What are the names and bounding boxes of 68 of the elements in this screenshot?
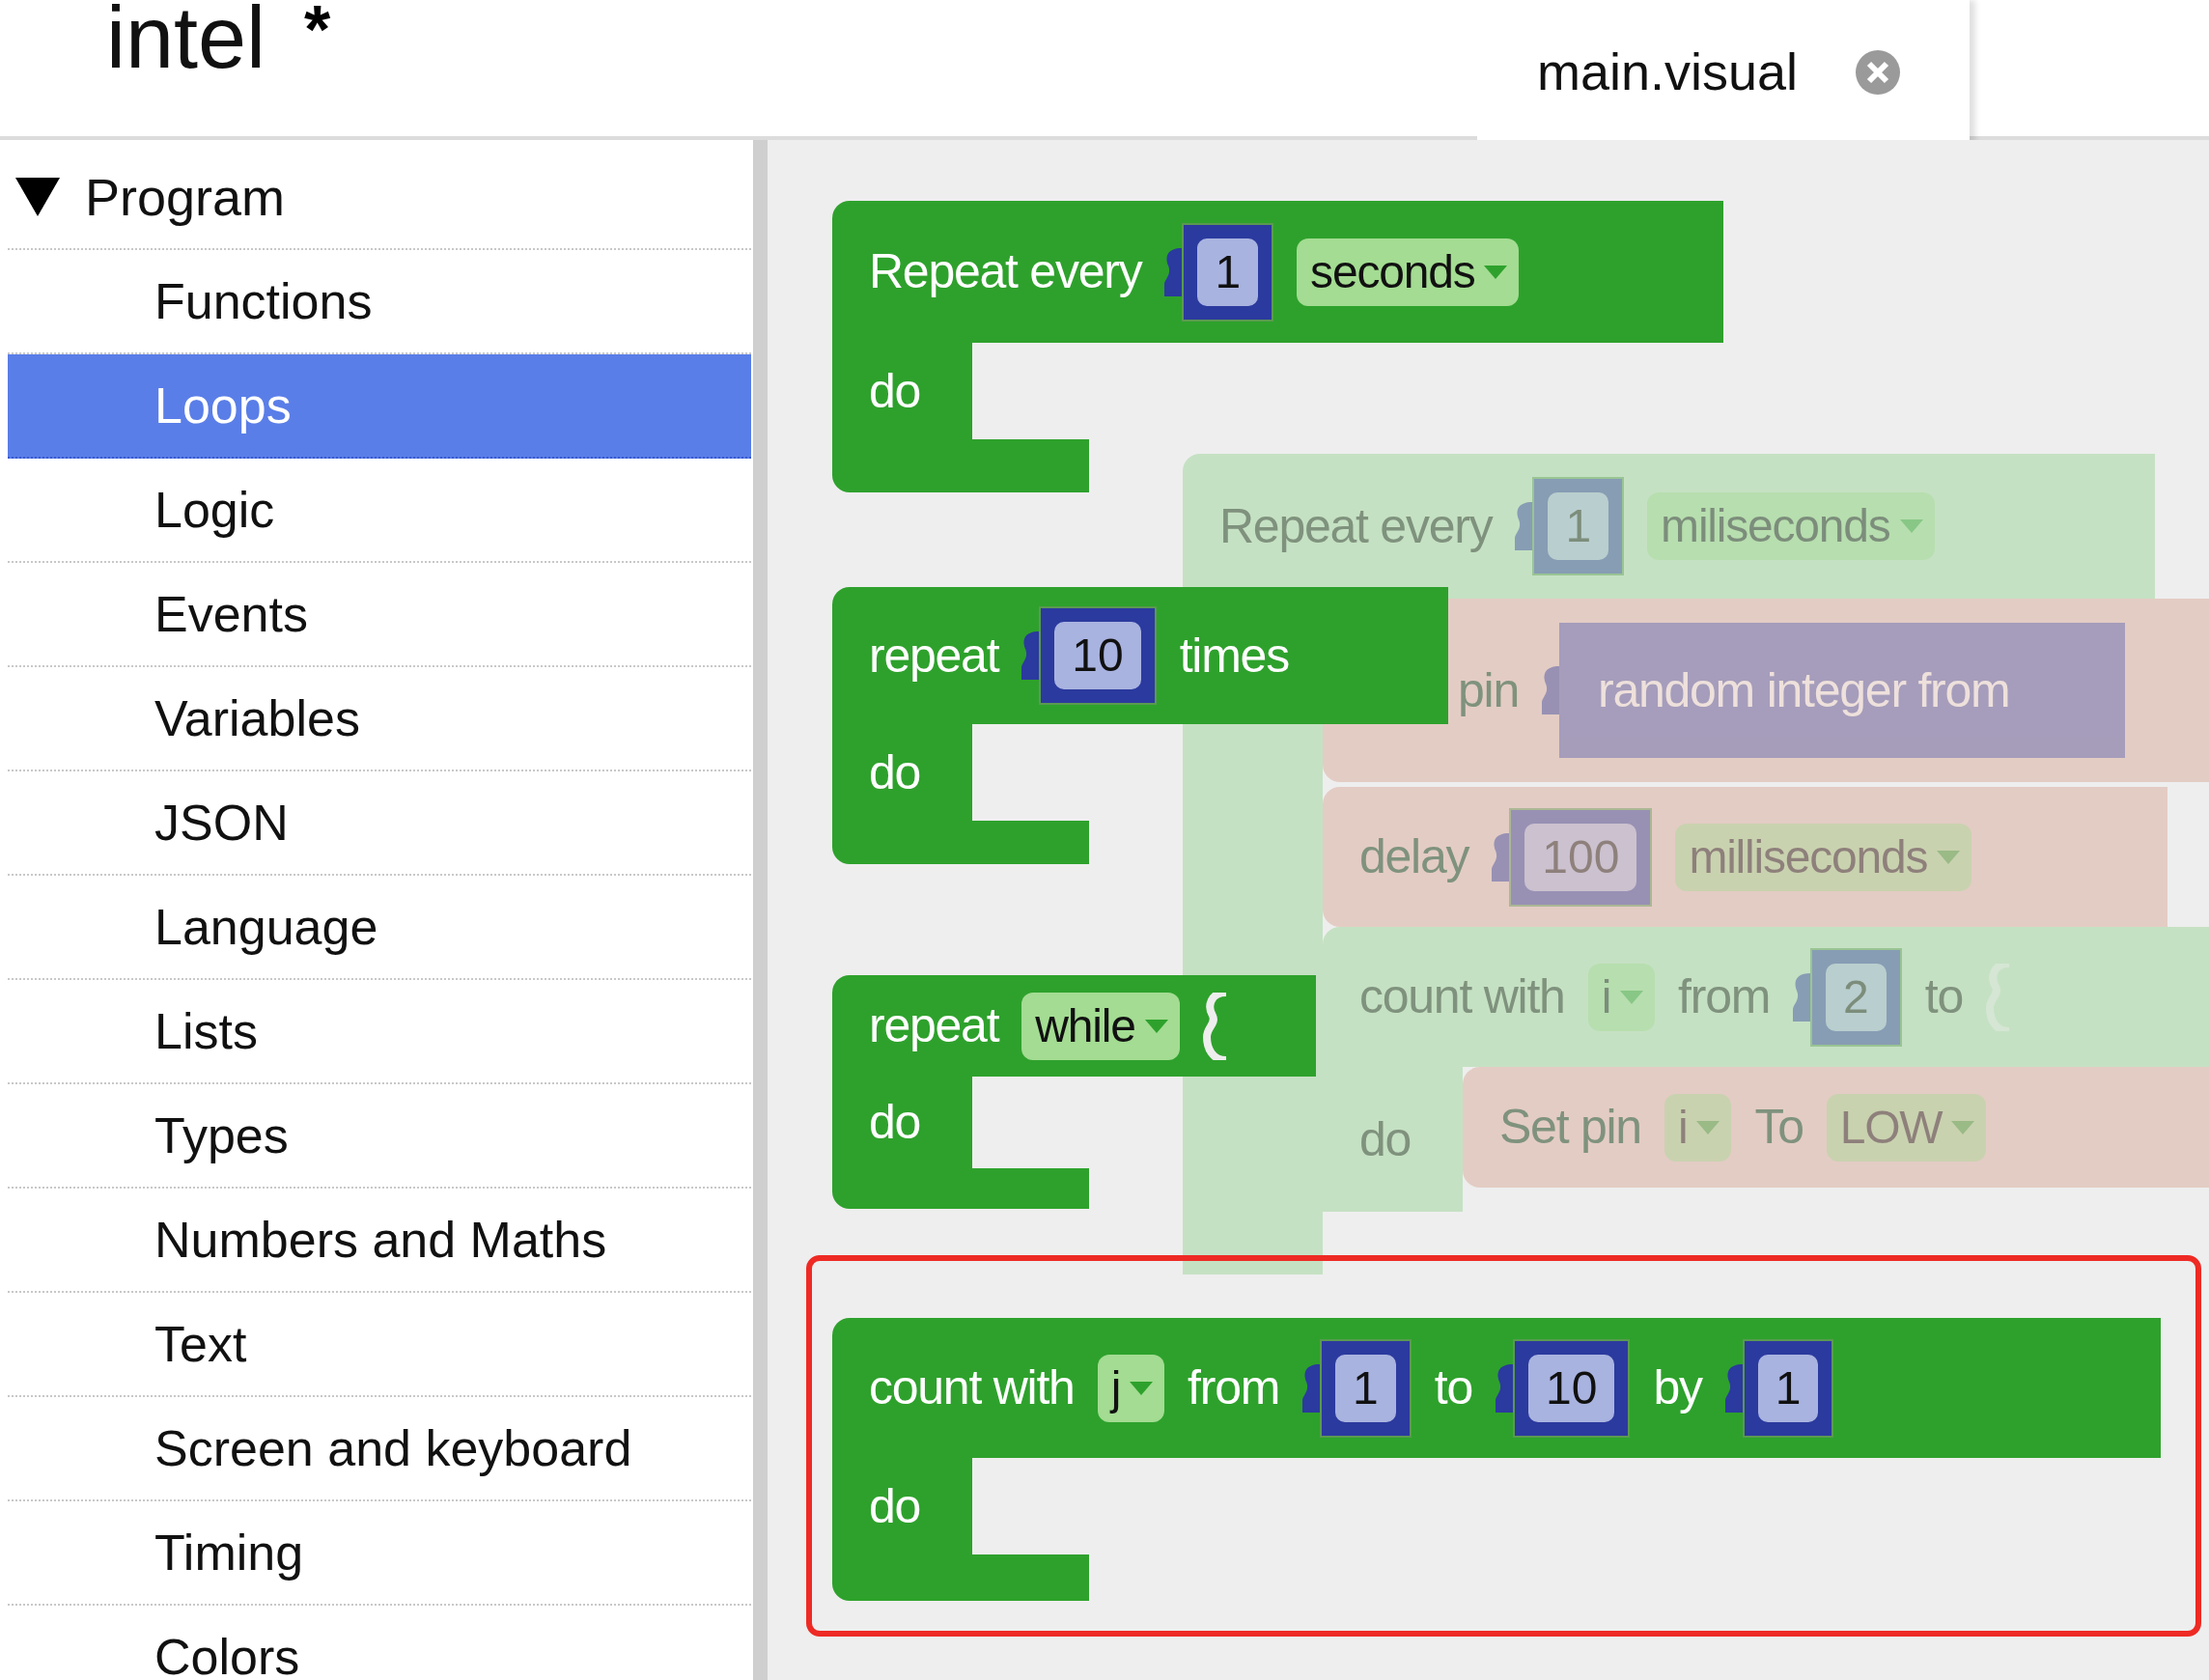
input-socket-icon [1202, 992, 1226, 1060]
loop-block[interactable]: repeat 10 times [832, 587, 1448, 724]
loop-block[interactable]: repeat while [832, 975, 1316, 1077]
dropdown-field[interactable]: j [1097, 1354, 1165, 1422]
loop-block[interactable]: Repeat every 1 seconds [832, 201, 1723, 343]
value-block: random integer from [1559, 623, 2126, 758]
caret-icon [1130, 1381, 1154, 1395]
number-input[interactable]: 10 [1513, 1338, 1631, 1438]
do-label: do [869, 743, 921, 801]
connector-tab-icon [1164, 247, 1183, 296]
number-input[interactable]: 10 [1039, 606, 1157, 705]
do-label: do [1359, 1110, 1412, 1168]
app-mark: * [304, 0, 331, 64]
dropdown-field[interactable]: seconds [1297, 238, 1520, 306]
tree-item[interactable]: Lists [8, 980, 751, 1084]
tree-item[interactable]: Program [8, 146, 751, 250]
do-label: do [869, 1094, 921, 1151]
block-label: repeat [869, 627, 999, 685]
connector-tab-icon [1793, 972, 1811, 1022]
tree-item[interactable]: Types [8, 1084, 751, 1189]
close-icon[interactable] [1856, 49, 1901, 95]
block-label: by [1653, 1359, 1702, 1416]
tree-item[interactable]: Events [8, 563, 751, 667]
caret-icon [1696, 1120, 1720, 1134]
connector-tab-icon [1021, 631, 1040, 680]
block-label: Set pin [1499, 1099, 1641, 1156]
block-label: Repeat every [869, 243, 1142, 300]
tree-item[interactable]: Loops [8, 354, 751, 459]
block-label: from [1188, 1359, 1280, 1416]
block-label: count with [1359, 968, 1565, 1025]
caret-icon [1951, 1120, 1975, 1134]
workspace-canvas[interactable] [768, 140, 2209, 1680]
tree-item[interactable]: Timing [8, 1501, 751, 1606]
block-label: times [1179, 627, 1289, 685]
connector-tab-icon [1542, 666, 1559, 714]
loop-block[interactable]: count with j from 1 to 10 by 1 [832, 1318, 2161, 1458]
tree-item[interactable]: Language [8, 876, 751, 980]
block-label: to [1434, 1359, 1472, 1416]
connector-tab-icon [1515, 502, 1533, 550]
caret-icon [1937, 850, 1961, 864]
connector-tab-icon [1492, 832, 1510, 882]
caret-icon [1899, 519, 1923, 533]
connector-tab-icon [1724, 1363, 1743, 1413]
tree-item[interactable]: Text [8, 1293, 751, 1397]
collapse-triangle-icon[interactable] [15, 178, 60, 216]
block-label: pin [1458, 661, 1519, 719]
tree-item[interactable]: Colors [8, 1606, 751, 1680]
block-label: To [1754, 1099, 1804, 1156]
caret-icon [1620, 990, 1644, 1004]
do-label: do [869, 1477, 921, 1535]
block-label: repeat [869, 997, 999, 1054]
connector-tab-icon [1302, 1363, 1321, 1413]
block-label: from [1678, 968, 1771, 1025]
tree-item[interactable]: Variables [8, 667, 751, 771]
block-label: delay [1359, 828, 1469, 885]
tree-item[interactable]: Logic [8, 459, 751, 563]
block-label: to [1924, 968, 1963, 1025]
connector-tab-icon [1496, 1363, 1513, 1413]
tree-item[interactable]: JSON [8, 771, 751, 876]
caret-icon [1144, 1019, 1168, 1033]
block-label: Repeat every [1219, 497, 1493, 555]
app-title: intel [106, 0, 266, 81]
dropdown-field[interactable]: while [1021, 992, 1180, 1060]
tree-item[interactable]: Numbers and Maths [8, 1189, 751, 1293]
caret-icon [1484, 265, 1508, 279]
tree-item[interactable]: Screen and keyboard [8, 1397, 751, 1501]
block-label: count with [869, 1359, 1075, 1416]
do-label: do [869, 362, 921, 420]
